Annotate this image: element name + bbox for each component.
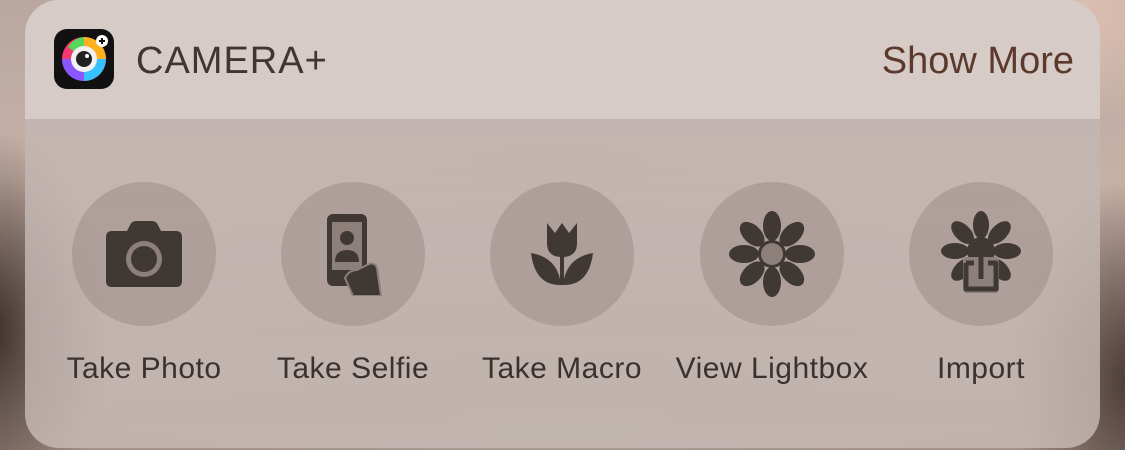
lens-icon xyxy=(62,35,108,81)
import-button[interactable] xyxy=(909,182,1053,326)
camera-plus-widget: CAMERA+ Show More Take Photo Take Selfie… xyxy=(25,0,1100,448)
action-label: Take Photo xyxy=(66,352,222,385)
action-label: Take Selfie xyxy=(276,352,430,385)
selfie-icon xyxy=(327,214,383,296)
widget-header: CAMERA+ Show More xyxy=(25,0,1100,119)
take-photo-button[interactable] xyxy=(72,182,216,326)
flower-import-icon xyxy=(941,211,1021,293)
take-photo-action[interactable]: Take Photo xyxy=(39,182,249,386)
view-lightbox-button[interactable] xyxy=(700,182,844,326)
take-selfie-action[interactable]: Take Selfie xyxy=(248,182,458,386)
take-macro-action[interactable]: Take Macro xyxy=(457,182,667,386)
import-action[interactable]: Import xyxy=(876,182,1086,386)
actions-area: Take Photo Take Selfie Take Macro View L… xyxy=(25,119,1100,448)
camera-plus-app-icon[interactable] xyxy=(54,29,114,89)
flower-lightbox-icon xyxy=(729,211,815,297)
show-more-button[interactable]: Show More xyxy=(882,38,1074,84)
take-macro-button[interactable] xyxy=(490,182,634,326)
action-label: Import xyxy=(936,352,1026,385)
tulip-macro-icon xyxy=(531,223,593,285)
view-lightbox-action[interactable]: View Lightbox xyxy=(667,182,877,386)
action-label: View Lightbox xyxy=(675,352,869,385)
action-label: Take Macro xyxy=(481,352,643,385)
app-name: CAMERA+ xyxy=(136,40,328,82)
camera-icon xyxy=(106,221,182,287)
take-selfie-button[interactable] xyxy=(281,182,425,326)
